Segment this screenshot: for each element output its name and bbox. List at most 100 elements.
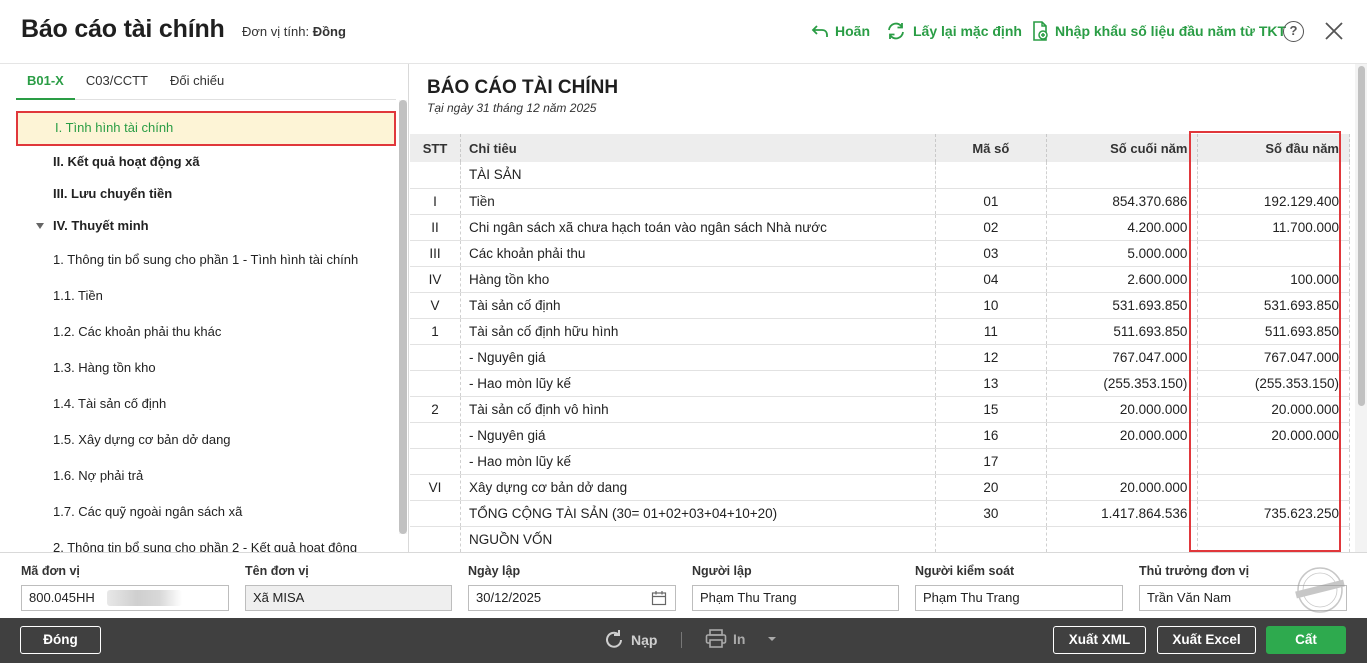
cell-so-dau-nam[interactable]: 192.129.400 xyxy=(1197,188,1350,215)
cell-so-dau-nam[interactable] xyxy=(1197,474,1350,501)
tree-item-cash-flow[interactable]: III. Lưu chuyển tiền xyxy=(16,178,396,210)
cell-chi-tieu: Chi ngân sách xã chưa hạch toán vào ngân… xyxy=(460,214,936,241)
table-row: - Hao mòn lũy kế 17 xyxy=(410,448,1350,475)
close-button[interactable]: Đóng xyxy=(20,626,101,654)
cell-ma-so xyxy=(935,162,1047,189)
reload-icon xyxy=(606,630,622,648)
tab-b01x[interactable]: B01-X xyxy=(16,64,75,100)
cell-stt xyxy=(410,448,461,475)
cell-so-dau-nam[interactable]: 767.047.000 xyxy=(1197,344,1350,371)
cell-so-dau-nam[interactable]: 735.623.250 xyxy=(1197,500,1350,527)
unit-label: Đơn vị tính: xyxy=(242,24,310,39)
dialog-header: Báo cáo tài chính Đơn vị tính: Đồng Hoãn… xyxy=(0,0,1367,64)
reset-default-button[interactable]: Lấy lại mặc định xyxy=(885,19,1022,43)
cell-ma-so: 16 xyxy=(935,422,1047,449)
tree-item-note-1[interactable]: 1. Thông tin bổ sung cho phần 1 - Tình h… xyxy=(16,242,396,278)
cell-so-cuoi-nam[interactable]: 767.047.000 xyxy=(1046,344,1199,371)
cell-ma-so: 17 xyxy=(935,448,1047,475)
table-row: 1 Tài sản cố định hữu hình 11 511.693.850 51… xyxy=(410,318,1350,345)
cell-so-cuoi-nam[interactable]: 1.417.864.536 xyxy=(1046,500,1199,527)
cell-chi-tieu: Tài sản cố định hữu hình xyxy=(460,318,936,345)
controller-field[interactable]: Phạm Thu Trang xyxy=(915,585,1123,611)
sample-data-stamp-icon xyxy=(1295,567,1345,613)
reload-button[interactable]: Nạp xyxy=(603,629,657,651)
tree-item-note-1-7[interactable]: 1.7. Các quỹ ngoài ngân sách xã xyxy=(16,494,396,530)
tab-c03cctt[interactable]: C03/CCTT xyxy=(75,64,159,100)
reload-label: Nạp xyxy=(631,632,658,648)
cell-so-cuoi-nam[interactable]: 854.370.686 xyxy=(1046,188,1199,215)
tree-item-note-1-2[interactable]: 1.2. Các khoản phải thu khác xyxy=(16,314,396,350)
report-scrollbar[interactable] xyxy=(1355,64,1367,552)
cell-so-dau-nam[interactable] xyxy=(1197,526,1350,552)
report-scroll-thumb[interactable] xyxy=(1358,66,1365,406)
tree-item-note-2[interactable]: 2. Thông tin bổ sung cho phần 2 - Kết qu… xyxy=(16,530,396,552)
tree-item-operating-results[interactable]: II. Kết quả hoạt động xã xyxy=(16,146,396,178)
tree-item-note-1-3[interactable]: 1.3. Hàng tồn kho xyxy=(16,350,396,386)
undo-label: Hoãn xyxy=(835,23,870,39)
unit-code-field[interactable]: 800.045HH xyxy=(21,585,229,611)
cell-ma-so: 30 xyxy=(935,500,1047,527)
reset-default-label: Lấy lại mặc định xyxy=(913,23,1022,39)
cell-so-dau-nam[interactable] xyxy=(1197,448,1350,475)
date-field[interactable]: 30/12/2025 xyxy=(468,585,676,611)
cell-so-cuoi-nam[interactable]: 531.693.850 xyxy=(1046,292,1199,319)
cell-ma-so: 10 xyxy=(935,292,1047,319)
tree-item-note-1-6[interactable]: 1.6. Nợ phải trả xyxy=(16,458,396,494)
cell-so-dau-nam[interactable]: 100.000 xyxy=(1197,266,1350,293)
cell-so-dau-nam[interactable]: 531.693.850 xyxy=(1197,292,1350,319)
print-button[interactable]: In xyxy=(705,629,779,649)
cell-so-cuoi-nam[interactable]: 5.000.000 xyxy=(1046,240,1199,267)
tree-item-financial-position[interactable]: I. Tình hình tài chính xyxy=(16,111,396,146)
sidebar-scroll-thumb[interactable] xyxy=(399,100,407,534)
export-excel-button[interactable]: Xuất Excel xyxy=(1157,626,1256,654)
export-xml-button[interactable]: Xuất XML xyxy=(1053,626,1146,654)
cell-so-cuoi-nam[interactable]: (255.353.150) xyxy=(1046,370,1199,397)
import-opening-button[interactable]: Nhập khẩu số liệu đầu năm từ TKT xyxy=(1031,19,1286,43)
cell-ma-so: 03 xyxy=(935,240,1047,267)
unit-info: Đơn vị tính: Đồng xyxy=(242,24,346,39)
cell-chi-tieu: NGUỒN VỐN xyxy=(460,526,936,552)
tree-item-note-1-4[interactable]: 1.4. Tài sản cố định xyxy=(16,386,396,422)
sidebar-scrollbar[interactable] xyxy=(399,100,407,534)
cell-so-cuoi-nam[interactable]: 20.000.000 xyxy=(1046,474,1199,501)
cell-so-dau-nam[interactable]: 20.000.000 xyxy=(1197,396,1350,423)
tree-item-note-1-1[interactable]: 1.1. Tiền xyxy=(16,278,396,314)
cell-so-cuoi-nam[interactable] xyxy=(1046,448,1199,475)
cell-chi-tieu: TÀI SẢN xyxy=(460,162,936,189)
close-icon[interactable] xyxy=(1323,20,1345,42)
cell-so-dau-nam[interactable]: (255.353.150) xyxy=(1197,370,1350,397)
collapse-caret-icon[interactable] xyxy=(36,223,44,229)
help-icon[interactable]: ? xyxy=(1283,21,1304,42)
cell-so-cuoi-nam[interactable]: 4.200.000 xyxy=(1046,214,1199,241)
undo-button[interactable]: Hoãn xyxy=(811,19,870,43)
cell-so-dau-nam[interactable]: 11.700.000 xyxy=(1197,214,1350,241)
cell-so-cuoi-nam[interactable]: 20.000.000 xyxy=(1046,422,1199,449)
cell-ma-so: 20 xyxy=(935,474,1047,501)
cell-ma-so: 13 xyxy=(935,370,1047,397)
cell-so-cuoi-nam[interactable]: 511.693.850 xyxy=(1046,318,1199,345)
unit-code-group: Mã đơn vị 800.045HH xyxy=(21,564,229,611)
cell-so-cuoi-nam[interactable] xyxy=(1046,162,1199,189)
tree-item-note-1-5[interactable]: 1.5. Xây dựng cơ bản dở dang xyxy=(16,422,396,458)
col-so-cuoi-nam: Số cuối năm xyxy=(1046,134,1199,162)
import-file-icon xyxy=(1033,21,1048,41)
cell-so-cuoi-nam[interactable]: 20.000.000 xyxy=(1046,396,1199,423)
save-button[interactable]: Cất xyxy=(1266,626,1346,654)
cell-so-dau-nam[interactable]: 511.693.850 xyxy=(1197,318,1350,345)
col-so-dau-nam: Số đầu năm xyxy=(1197,134,1350,162)
preparer-field[interactable]: Phạm Thu Trang xyxy=(692,585,899,611)
cell-stt: 2 xyxy=(410,396,461,423)
preparer-label: Người lập xyxy=(692,564,752,578)
cell-so-dau-nam[interactable] xyxy=(1197,162,1350,189)
chevron-down-icon[interactable] xyxy=(765,634,779,644)
cell-so-cuoi-nam[interactable]: 2.600.000 xyxy=(1046,266,1199,293)
calendar-icon[interactable] xyxy=(651,590,667,606)
cell-so-cuoi-nam[interactable] xyxy=(1046,526,1199,552)
cell-chi-tieu: TỔNG CỘNG TÀI SẢN (30= 01+02+03+04+10+20… xyxy=(460,500,936,527)
tab-doi-chieu[interactable]: Đối chiếu xyxy=(159,64,235,100)
tree-item-notes[interactable]: IV. Thuyết minh xyxy=(16,210,396,242)
cell-so-dau-nam[interactable]: 20.000.000 xyxy=(1197,422,1350,449)
cell-so-dau-nam[interactable] xyxy=(1197,240,1350,267)
table-row: III Các khoản phải thu 03 5.000.000 xyxy=(410,240,1350,267)
tree-item-notes-label: IV. Thuyết minh xyxy=(53,218,149,233)
